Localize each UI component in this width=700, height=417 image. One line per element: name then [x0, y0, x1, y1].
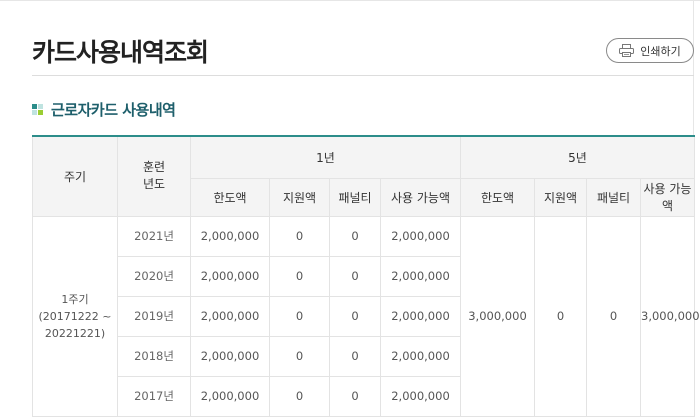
header-penalty-1y: 패널티	[329, 177, 381, 217]
limit-cell: 2,000,000	[190, 215, 270, 257]
year-cell: 2017년	[117, 375, 191, 417]
top-border	[0, 0, 700, 4]
five-year-available-cell: 3,000,000	[640, 215, 700, 417]
penalty-cell: 0	[329, 255, 381, 297]
penalty-cell: 0	[329, 335, 381, 377]
support-cell: 0	[269, 255, 330, 297]
limit-cell: 2,000,000	[190, 375, 270, 417]
available-cell: 2,000,000	[380, 215, 461, 257]
section-square-icon	[32, 104, 43, 115]
header-group-1y: 1년	[190, 135, 461, 179]
available-cell: 2,000,000	[380, 375, 461, 417]
period-name: 1주기	[61, 292, 89, 306]
support-cell: 0	[269, 335, 330, 377]
year-cell: 2020년	[117, 255, 191, 297]
limit-cell: 2,000,000	[190, 255, 270, 297]
header-period: 주기	[32, 135, 118, 217]
available-cell: 2,000,000	[380, 335, 461, 377]
limit-cell: 2,000,000	[190, 295, 270, 337]
header-train-year: 훈련 년도	[117, 135, 191, 217]
support-cell: 0	[269, 215, 330, 257]
print-button[interactable]: 인쇄하기	[606, 38, 694, 63]
section-header: 근로자카드 사용내역	[32, 99, 176, 120]
period-cell: 1주기 (20171222 ~ 20221221)	[32, 215, 118, 417]
limit-cell: 2,000,000	[190, 335, 270, 377]
printer-icon	[619, 44, 635, 57]
five-year-support-cell: 0	[534, 215, 587, 417]
print-button-label: 인쇄하기	[640, 44, 681, 58]
period-range: (20171222 ~ 20221221)	[38, 309, 112, 340]
header-available-5y: 사용 가능액	[640, 177, 695, 217]
year-cell: 2021년	[117, 215, 191, 257]
available-cell: 2,000,000	[380, 295, 461, 337]
available-cell: 2,000,000	[380, 255, 461, 297]
title-divider	[32, 75, 694, 76]
year-cell: 2019년	[117, 295, 191, 337]
penalty-cell: 0	[329, 375, 381, 417]
year-cell: 2018년	[117, 335, 191, 377]
header-group-5y: 5년	[460, 135, 695, 179]
five-year-penalty-cell: 0	[586, 215, 641, 417]
header-available-1y: 사용 가능액	[380, 177, 461, 217]
penalty-cell: 0	[329, 295, 381, 337]
header-limit-5y: 한도액	[460, 177, 535, 217]
support-cell: 0	[269, 295, 330, 337]
page-title: 카드사용내역조회	[32, 38, 209, 67]
header-support-1y: 지원액	[269, 177, 330, 217]
header-penalty-5y: 패널티	[586, 177, 641, 217]
header-support-5y: 지원액	[534, 177, 587, 217]
section-title: 근로자카드 사용내역	[51, 101, 176, 119]
table-row: 1주기 (20171222 ~ 20221221) 2021년 2,000,00…	[32, 215, 700, 417]
penalty-cell: 0	[329, 215, 381, 257]
header-limit-1y: 한도액	[190, 177, 270, 217]
header-train-year-label: 훈련 년도	[142, 160, 166, 192]
five-year-limit-cell: 3,000,000	[460, 215, 535, 417]
card-usage-table: 주기 훈련 년도 1년 5년 한도액 지원액 패널티 사용 가능액 한도액 지원…	[32, 135, 700, 417]
support-cell: 0	[269, 375, 330, 417]
